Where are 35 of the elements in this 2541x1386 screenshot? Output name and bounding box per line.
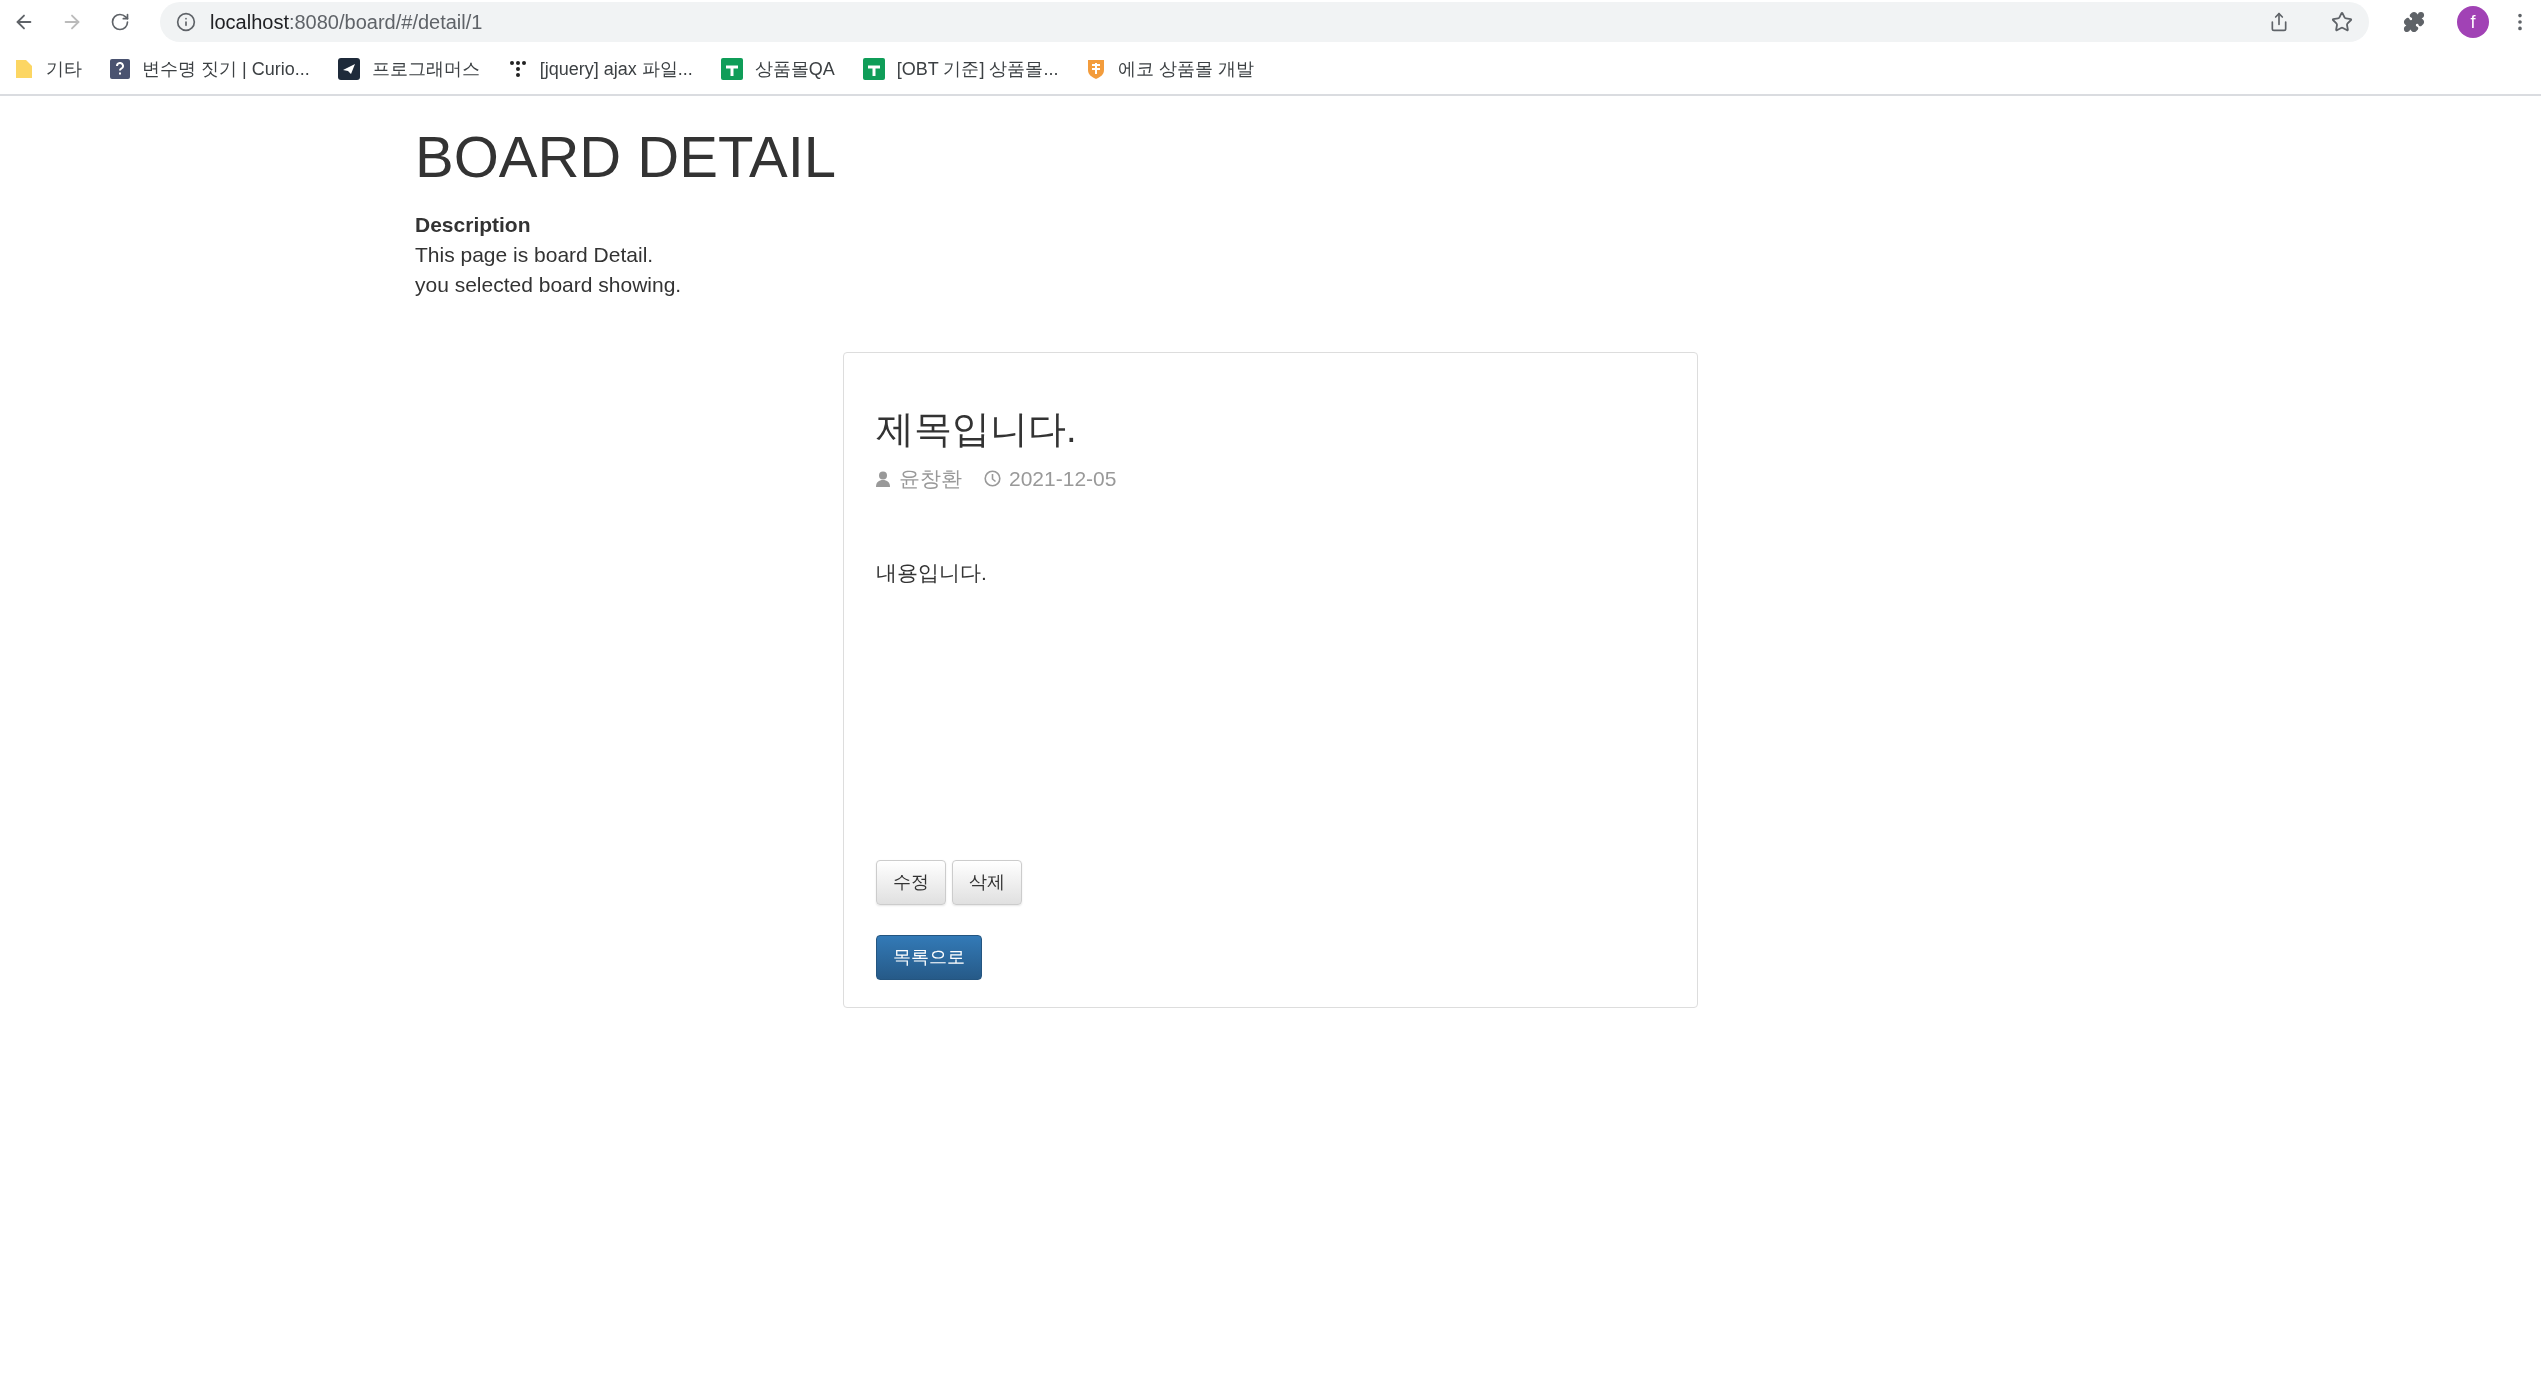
description-text: This page is board Detail. [415,242,655,268]
bookmark-link[interactable]: 상품몰QA [754,55,835,83]
extensions-icon[interactable] [2403,11,2425,33]
shield-icon [1086,58,1107,80]
info-icon [176,12,196,32]
dots-icon [507,59,528,79]
post-title: 제목입니다. [876,407,1078,452]
clock-icon [984,470,1001,488]
bookmark-link[interactable]: [OBT 기준] 상품몰... [896,55,1059,83]
bookmark-link[interactable]: 기타 [46,55,82,83]
share-icon[interactable] [2269,12,2289,32]
page-title: BOARD DETAIL [415,123,838,191]
user-icon [876,470,890,487]
reload-icon [110,12,130,32]
url-text: localhost:8080/board/#/detail/1 [210,10,483,35]
address-bar[interactable]: localhost:8080/board/#/detail/1 [160,2,2369,42]
bookmark-link[interactable]: 변수명 짓기 | Curio... [142,55,310,83]
edit-button[interactable]: 수정 [876,860,946,905]
delete-button[interactable]: 삭제 [952,860,1022,905]
question-mark-icon [110,59,130,79]
post-content: 내용입니다. [876,559,988,586]
back-to-list-button[interactable]: 목록으로 [876,935,982,980]
author-name: 윤창환 [899,466,962,492]
bird-icon [337,58,360,80]
description-heading: Description [415,212,532,238]
spreadsheet-icon [862,58,885,80]
spreadsheet-icon [720,58,743,80]
bookmark-star-icon[interactable] [2331,11,2353,33]
bookmark-link[interactable]: 에코 상품몰 개발 [1118,55,1255,83]
bookmark-link[interactable]: 프로그래머스 [371,55,480,83]
post-date: 2021-12-05 [1009,466,1117,492]
bookmark-link[interactable]: [jquery] ajax 파일... [539,55,693,83]
profile-avatar[interactable]: f [2457,6,2489,38]
folder-icon [14,58,34,80]
description-text: you selected board showing. [415,272,683,298]
